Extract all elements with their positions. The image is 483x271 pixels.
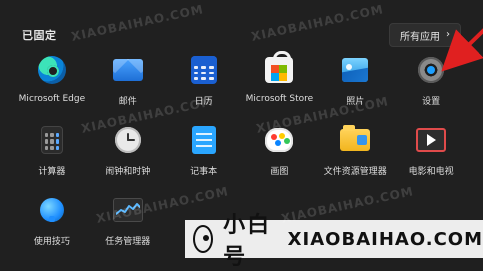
app-label: 文件资源管理器 — [323, 167, 387, 177]
tips-icon — [36, 194, 68, 226]
app-tile-settings[interactable]: 设置 — [393, 54, 469, 114]
mail-icon — [112, 54, 144, 86]
brand-name: 小白号 — [223, 213, 272, 270]
app-label: 电影和电视 — [408, 167, 454, 177]
calendar-icon — [188, 54, 220, 86]
notepad-icon — [188, 124, 220, 156]
app-tile-file-explorer[interactable]: 文件资源管理器 — [317, 124, 393, 184]
brand-domain: XIAOBAIHAO.COM — [287, 228, 483, 250]
app-tile-mail[interactable]: 邮件 — [90, 54, 166, 114]
brand-logo-icon — [193, 225, 214, 253]
photos-icon — [339, 54, 371, 86]
app-tile-alarm-clock[interactable]: 闹钟和时钟 — [90, 124, 166, 184]
app-label: 记事本 — [190, 167, 218, 177]
app-label: 计算器 — [38, 167, 66, 177]
app-label: Microsoft Edge — [18, 94, 86, 104]
edge-icon — [36, 54, 68, 86]
app-tile-paint[interactable]: 画图 — [242, 124, 318, 184]
all-apps-button[interactable]: 所有应用 › — [389, 23, 461, 47]
store-icon — [263, 51, 295, 86]
alarm-clock-icon — [112, 124, 144, 156]
app-label: 设置 — [422, 97, 441, 107]
app-tile-movies-tv[interactable]: 电影和电视 — [393, 124, 469, 184]
all-apps-label: 所有应用 — [400, 31, 440, 43]
app-label: Microsoft Store — [245, 94, 314, 104]
app-label: 画图 — [270, 167, 289, 177]
app-tile-tips[interactable]: 使用技巧 — [14, 194, 90, 254]
app-label: 任务管理器 — [105, 237, 151, 247]
app-tile-edge[interactable]: Microsoft Edge — [14, 54, 90, 114]
app-label: 邮件 — [118, 97, 137, 107]
app-label: 使用技巧 — [33, 237, 70, 247]
app-tile-notepad[interactable]: 记事本 — [166, 124, 242, 184]
chevron-right-icon: › — [446, 28, 450, 40]
movies-tv-icon — [415, 124, 447, 156]
file-explorer-icon — [339, 124, 371, 156]
app-tile-store[interactable]: Microsoft Store — [242, 51, 318, 114]
app-tile-calculator[interactable]: 计算器 — [14, 124, 90, 184]
brand-bar: 小白号 XIAOBAIHAO.COM — [185, 213, 483, 270]
pinned-title: 已固定 — [22, 29, 57, 42]
app-label: 闹钟和时钟 — [105, 167, 151, 177]
settings-icon — [415, 54, 447, 86]
calculator-icon — [36, 124, 68, 156]
